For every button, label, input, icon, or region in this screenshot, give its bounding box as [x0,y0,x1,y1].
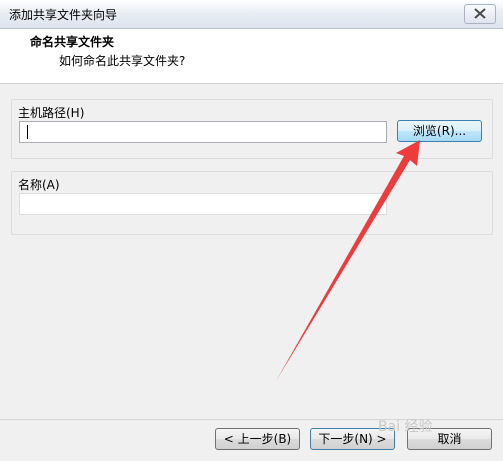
close-button[interactable] [464,4,496,24]
watermark-text: Bai 经验 [378,419,433,435]
browse-button[interactable]: 浏览(R)... [397,120,482,142]
window-title: 添加共享文件夹向导 [9,8,118,22]
close-icon [474,8,486,19]
host-path-input[interactable] [19,121,387,143]
name-label: 名称(A) [18,178,60,192]
back-button[interactable]: < 上一步(B) [215,428,300,450]
host-path-label: 主机路径(H) [18,106,85,120]
page-subtitle: 如何命名此共享文件夹? [59,54,186,68]
title-bar: 添加共享文件夹向导 [0,0,503,29]
name-input[interactable] [19,193,387,215]
page-title: 命名共享文件夹 [30,35,115,49]
wizard-header: 命名共享文件夹 如何命名此共享文件夹? [0,29,503,84]
text-caret [27,125,28,139]
